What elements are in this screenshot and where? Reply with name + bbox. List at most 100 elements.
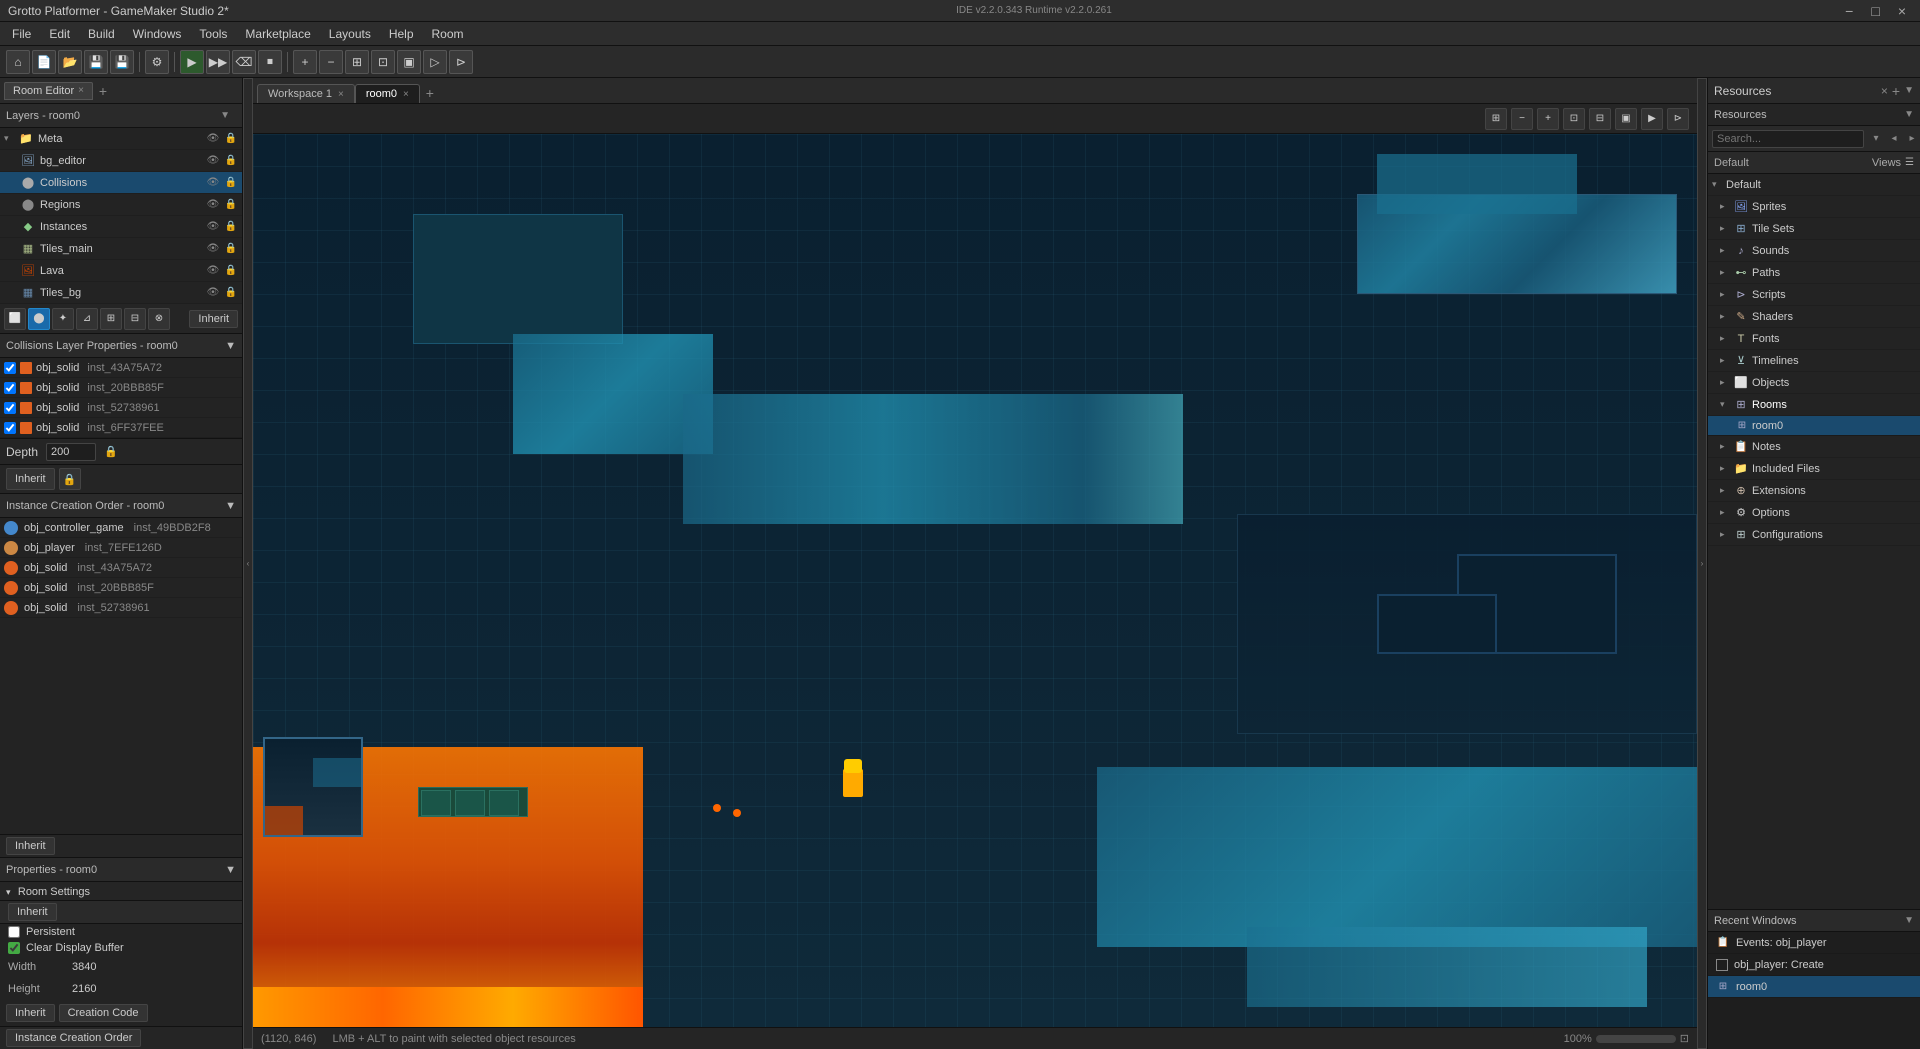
persistent-checkbox[interactable] (8, 926, 20, 938)
creation-code-btn[interactable]: Creation Code (59, 1004, 148, 1022)
meta-eye-icon[interactable]: 👁 (206, 132, 220, 146)
tiles-main-eye[interactable]: 👁 (206, 242, 220, 256)
tab-room0-close[interactable]: × (403, 89, 409, 100)
left-edge-arrow[interactable]: ‹ (243, 78, 253, 1049)
zoom-in-btn[interactable]: + (293, 50, 317, 74)
group-fonts[interactable]: ▸ T Fonts (1708, 328, 1920, 350)
room-editor-tab[interactable]: Room Editor × (4, 82, 93, 100)
new-btn[interactable]: 📄 (32, 50, 56, 74)
collision-check-0[interactable] (4, 362, 16, 374)
canvas-grid-btn[interactable]: ⊞ (1485, 108, 1507, 130)
inherit-btn[interactable]: Inherit (189, 310, 238, 328)
recent-windows-header[interactable]: Recent Windows ▼ (1708, 910, 1920, 932)
order-header[interactable]: Instance Creation Order - room0 ▼ (0, 494, 242, 518)
order-item-0[interactable]: obj_controller_game inst_49BDB2F8 (0, 518, 242, 538)
group-paths[interactable]: ▸ ⊷ Paths (1708, 262, 1920, 284)
inherit-order-btn[interactable]: Inherit (6, 837, 55, 855)
menu-edit[interactable]: Edit (41, 25, 78, 43)
resources-search-input[interactable] (1712, 130, 1864, 148)
recent-item-room0[interactable]: ⊞ room0 (1708, 976, 1920, 998)
save-btn[interactable]: 💾 (84, 50, 108, 74)
regions-lock[interactable]: 🔒 (224, 198, 238, 212)
resource-room0[interactable]: ⊞ room0 (1708, 416, 1920, 436)
tab-add-btn[interactable]: + (420, 83, 440, 103)
settings-btn[interactable]: ⚙ (145, 50, 169, 74)
stop-btn[interactable]: ⏹ (258, 50, 282, 74)
zoom-expand-btn[interactable]: ⊡ (1680, 1032, 1689, 1045)
clean-btn[interactable]: ⌫ (232, 50, 256, 74)
zoom-fit-btn[interactable]: ⊞ (345, 50, 369, 74)
menu-layouts[interactable]: Layouts (321, 25, 379, 43)
inherit-depth-btn[interactable]: Inherit (6, 468, 55, 490)
order-item-1[interactable]: obj_player inst_7EFE126D (0, 538, 242, 558)
menu-tools[interactable]: Tools (191, 25, 235, 43)
collision-item-2[interactable]: obj_solid inst_52738961 (0, 398, 242, 418)
meta-lock-icon[interactable]: 🔒 (224, 132, 238, 146)
properties-chevron[interactable]: ▼ (225, 864, 236, 876)
bg-editor-eye[interactable]: 👁 (206, 154, 220, 168)
inherit-props-btn[interactable]: Inherit (6, 1004, 55, 1022)
order-item-2[interactable]: obj_solid inst_43A75A72 (0, 558, 242, 578)
panel-add-tab[interactable]: + (93, 81, 113, 101)
tool-stamp[interactable]: ⊟ (124, 308, 146, 330)
resources-expand-btn[interactable]: ▼ (1904, 109, 1914, 120)
order-chevron[interactable]: ▼ (225, 500, 236, 512)
recent-item-events-obj-player[interactable]: 📋 Events: obj_player (1708, 932, 1920, 954)
tiles-bg-lock[interactable]: 🔒 (224, 286, 238, 300)
close-btn[interactable]: × (1892, 3, 1912, 19)
instances-lock[interactable]: 🔒 (224, 220, 238, 234)
instance-creation-order-btn[interactable]: Instance Creation Order (6, 1029, 141, 1047)
collision-item-1[interactable]: obj_solid inst_20BBB85F (0, 378, 242, 398)
group-options[interactable]: ▸ ⚙ Options (1708, 502, 1920, 524)
group-default[interactable]: ▾ Default (1708, 174, 1920, 196)
tab-workspace1[interactable]: Workspace 1 × (257, 84, 355, 103)
layer-tiles-main[interactable]: ▦ Tiles_main 👁 🔒 (0, 238, 242, 260)
layers-section-header[interactable]: Layers - room0 ▼ (0, 104, 242, 128)
tab-workspace1-close[interactable]: × (338, 89, 344, 100)
resources-add-btn[interactable]: + (1892, 83, 1900, 99)
canvas-skip-btn[interactable]: ⊳ (1667, 108, 1689, 130)
border-btn[interactable]: ▣ (397, 50, 421, 74)
tiles-main-lock[interactable]: 🔒 (224, 242, 238, 256)
regions-eye[interactable]: 👁 (206, 198, 220, 212)
tiles-bg-eye[interactable]: 👁 (206, 286, 220, 300)
properties-header[interactable]: Properties - room0 ▼ (0, 858, 242, 882)
group-timelines[interactable]: ▸ ⊻ Timelines (1708, 350, 1920, 372)
tool-remove[interactable]: ⊗ (148, 308, 170, 330)
canvas-zoom-in-btn[interactable]: + (1537, 108, 1559, 130)
depth-input[interactable] (46, 443, 96, 461)
recent-item-obj-player-create[interactable]: obj_player: Create (1708, 954, 1920, 976)
resources-chevron-btn[interactable]: ▼ (1904, 85, 1914, 96)
skip-btn[interactable]: ⊳ (449, 50, 473, 74)
layer-tiles-bg[interactable]: ▦ Tiles_bg 👁 🔒 (0, 282, 242, 304)
save-all-btn[interactable]: 💾 (110, 50, 134, 74)
collisions-eye[interactable]: 👁 (206, 176, 220, 190)
open-btn[interactable]: 📂 (58, 50, 82, 74)
inherit-settings-btn[interactable]: Inherit (8, 903, 57, 921)
menu-room[interactable]: Room (424, 25, 472, 43)
order-item-3[interactable]: obj_solid inst_20BBB85F (0, 578, 242, 598)
layer-instances[interactable]: ◆ Instances 👁 🔒 (0, 216, 242, 238)
fullscreen-btn[interactable]: ⊡ (371, 50, 395, 74)
layer-collisions[interactable]: ⬤ Collisions 👁 🔒 (0, 172, 242, 194)
zoom-out-btn[interactable]: − (319, 50, 343, 74)
group-scripts[interactable]: ▸ ⊳ Scripts (1708, 284, 1920, 306)
resources-close-btn[interactable]: × (1881, 84, 1888, 98)
tool-eraser[interactable]: ✦ (52, 308, 74, 330)
canvas-zoom-fit-btn[interactable]: ⊡ (1563, 108, 1585, 130)
menu-file[interactable]: File (4, 25, 39, 43)
canvas-zoom-out-btn[interactable]: − (1511, 108, 1533, 130)
group-included-files[interactable]: ▸ 📁 Included Files (1708, 458, 1920, 480)
views-menu-btn[interactable]: ☰ (1905, 157, 1914, 168)
collision-item-0[interactable]: obj_solid inst_43A75A72 (0, 358, 242, 378)
clear-display-checkbox[interactable] (8, 942, 20, 954)
layer-bg-editor[interactable]: 🖼 bg_editor 👁 🔒 (0, 150, 242, 172)
home-btn[interactable]: ⌂ (6, 50, 30, 74)
minimize-btn[interactable]: − (1839, 3, 1859, 19)
canvas-play-btn[interactable]: ▶ (1641, 108, 1663, 130)
layer-regions[interactable]: ⬤ Regions 👁 🔒 (0, 194, 242, 216)
group-extensions[interactable]: ▸ ⊕ Extensions (1708, 480, 1920, 502)
collisions-lock[interactable]: 🔒 (224, 176, 238, 190)
layers-chevron[interactable]: ▼ (220, 110, 230, 121)
search-dropdown-btn[interactable]: ▾ (1868, 131, 1884, 147)
